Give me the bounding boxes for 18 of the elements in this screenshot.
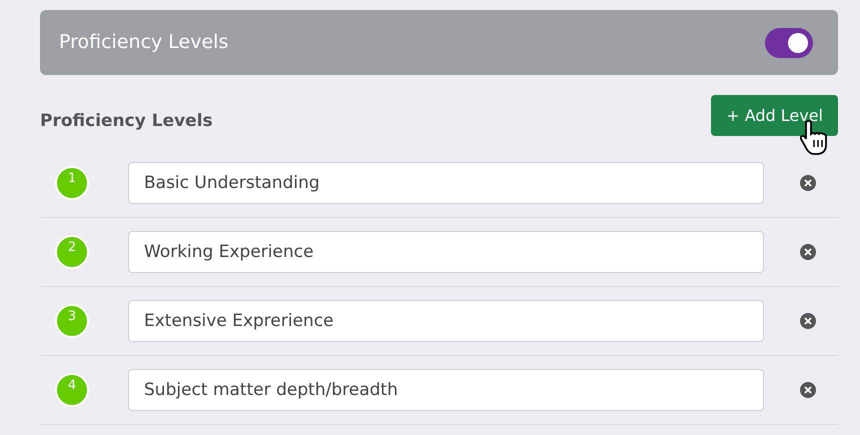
close-icon[interactable] <box>800 175 816 191</box>
pointer-cursor-icon <box>800 120 830 156</box>
add-level-button[interactable]: + Add Level <box>711 95 838 136</box>
level-number-badge: 1 <box>55 166 89 200</box>
level-input-field[interactable]: Extensive Exprerience <box>128 300 764 342</box>
close-icon[interactable] <box>800 382 816 398</box>
level-number-badge: 4 <box>55 373 89 407</box>
close-icon[interactable] <box>800 244 816 260</box>
level-input-field[interactable]: Subject matter depth/breadth <box>128 369 764 411</box>
header-title: Proficiency Levels <box>59 30 228 56</box>
toggle-switch[interactable] <box>765 28 813 58</box>
level-number-badge: 2 <box>55 235 89 269</box>
level-input-field[interactable]: Basic Understanding <box>128 162 764 204</box>
section-title: Proficiency Levels <box>40 110 213 133</box>
toggle-knob <box>788 32 808 52</box>
close-icon[interactable] <box>800 313 816 329</box>
level-number-badge: 3 <box>55 304 89 338</box>
level-input-field[interactable]: Working Experience <box>128 231 764 273</box>
